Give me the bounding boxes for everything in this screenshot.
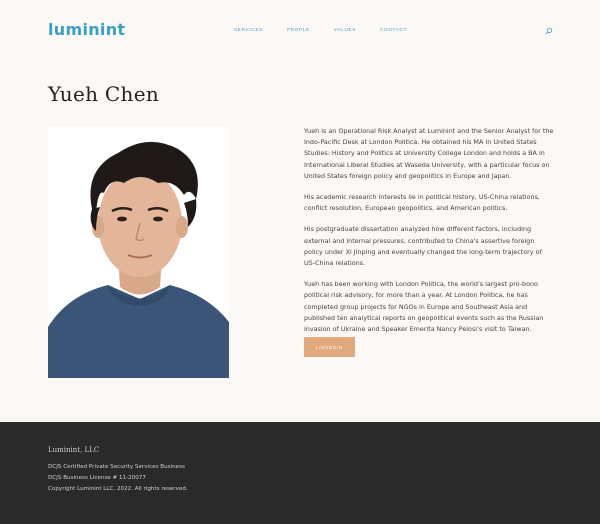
- nav-item-contact[interactable]: CONTACT: [380, 27, 407, 32]
- footer-certification: DCJS Certified Private Security Services…: [48, 464, 185, 470]
- bio-paragraph: His academic research interests lie in p…: [304, 193, 540, 213]
- bio-paragraph: Yueh has been working with London Politi…: [304, 280, 544, 334]
- site-logo[interactable]: luminint: [48, 20, 125, 39]
- footer-license: DCJS Business License # 11-20077: [48, 475, 146, 481]
- nav-item-services[interactable]: SERVICES: [234, 27, 263, 32]
- profile-photo: [48, 127, 229, 378]
- bio-paragraph: His postgraduate dissertation analyzed h…: [304, 225, 542, 268]
- footer-copyright: Copyright Luminint LLC, 2022. All rights…: [48, 486, 188, 492]
- portrait-illustration: [48, 127, 229, 378]
- nav-item-people[interactable]: PEOPLE: [287, 27, 310, 32]
- site-header: luminint SERVICES PEOPLE VALUES CONTACT: [0, 0, 600, 60]
- search-icon[interactable]: [545, 27, 553, 35]
- bio-paragraph: Yueh is an Operational Risk Analyst at L…: [304, 127, 554, 180]
- page-title: Yueh Chen: [48, 82, 160, 106]
- linkedin-button[interactable]: LINKEDIN: [304, 337, 355, 357]
- main-nav: SERVICES PEOPLE VALUES CONTACT: [234, 27, 431, 32]
- nav-item-values[interactable]: VALUES: [334, 27, 356, 32]
- bio-section: Yueh is an Operational Risk Analyst at L…: [304, 126, 554, 345]
- site-footer: Luminint, LLC DCJS Certified Private Sec…: [0, 422, 600, 524]
- footer-company-name: Luminint, LLC: [48, 446, 100, 454]
